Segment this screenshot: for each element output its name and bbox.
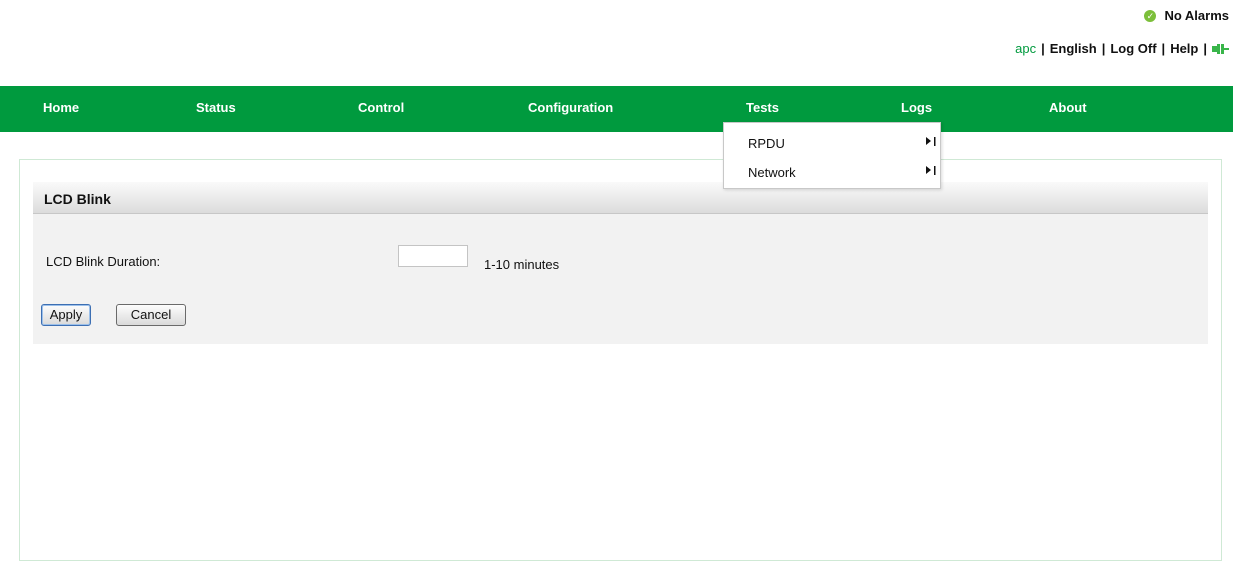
submenu-arrow-icon: [926, 137, 936, 146]
nav-configuration[interactable]: Configuration: [528, 100, 613, 115]
nav-home[interactable]: Home: [43, 100, 79, 115]
nav-control[interactable]: Control: [358, 100, 404, 115]
nav-about[interactable]: About: [1049, 100, 1087, 115]
nav-tests[interactable]: Tests: [746, 100, 779, 115]
separator: |: [1101, 41, 1106, 56]
user-link[interactable]: apc: [1015, 41, 1036, 56]
section-title: LCD Blink: [44, 191, 111, 207]
separator: |: [1161, 41, 1166, 56]
nav-logs[interactable]: Logs: [901, 100, 932, 115]
dropdown-item-rpdu[interactable]: RPDU: [748, 136, 785, 151]
alarm-status-text: No Alarms: [1164, 8, 1229, 23]
duration-hint: 1-10 minutes: [484, 257, 560, 272]
lcd-blink-duration-input[interactable]: [398, 245, 468, 267]
main-nav: Home Status Control Configuration Tests …: [0, 86, 1233, 132]
top-links: apc | English | Log Off | Help |: [1015, 41, 1229, 56]
form-area: LCD Blink Duration: 1-10 minutes Apply C…: [33, 214, 1208, 344]
check-circle-icon: ✓: [1144, 9, 1157, 22]
log-off-link[interactable]: Log Off: [1110, 41, 1156, 56]
apply-button[interactable]: Apply: [41, 304, 91, 326]
cancel-button[interactable]: Cancel: [116, 304, 186, 326]
dropdown-item-network[interactable]: Network: [748, 165, 796, 180]
nav-status[interactable]: Status: [196, 100, 236, 115]
tests-dropdown-menu: RPDU Network: [723, 122, 941, 189]
plug-icon[interactable]: [1212, 43, 1229, 55]
language-link[interactable]: English: [1050, 41, 1097, 56]
section-header: LCD Blink: [33, 182, 1208, 214]
separator: |: [1041, 41, 1045, 56]
submenu-arrow-icon: [926, 166, 936, 175]
alarm-status: ✓ No Alarms: [1144, 8, 1229, 23]
help-link[interactable]: Help: [1170, 41, 1198, 56]
lcd-blink-duration-label: LCD Blink Duration:: [46, 254, 161, 269]
separator: |: [1203, 41, 1207, 56]
